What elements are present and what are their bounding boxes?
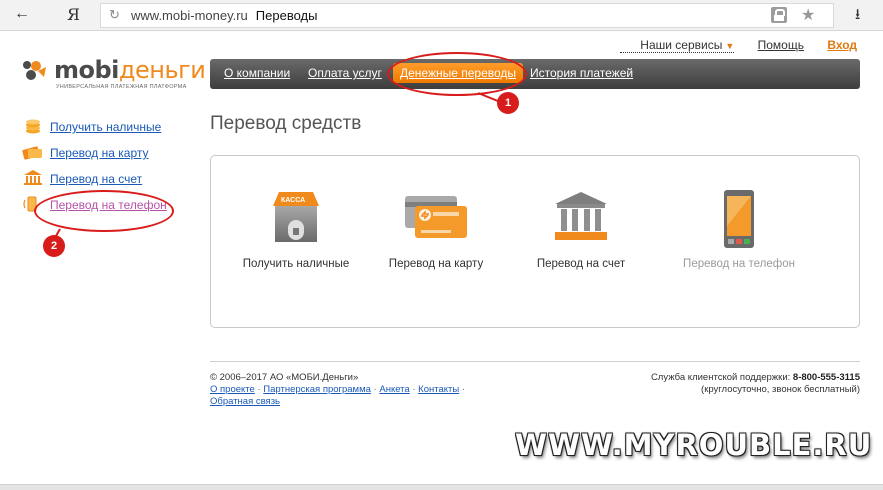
site-logo[interactable]: mobiденьги УНИВЕРСАЛЬНАЯ ПЛАТЕЖНАЯ ПЛАТФ… [20, 56, 206, 93]
logo-wordmark: mobiденьги [54, 56, 206, 84]
help-link[interactable]: Помощь [758, 38, 804, 52]
logo-mobi: mobi [54, 56, 119, 84]
footer-links-second-row: Обратная связь [210, 396, 280, 407]
back-arrow-icon[interactable]: ← [14, 5, 30, 23]
lock-icon[interactable] [771, 7, 787, 23]
page-tab-title: Переводы [255, 8, 318, 23]
support-note: (круглосуточно, звонок бесплатный) [701, 384, 860, 395]
footer-divider [210, 361, 860, 362]
footer-link-partners[interactable]: Партнерская программа [263, 384, 371, 395]
top-links: Наши сервисы ▼ Помощь Вход [600, 38, 857, 53]
annotation-badge-1: 1 [497, 92, 519, 114]
tile-label: Перевод на счет [536, 258, 626, 270]
copyright-text: © 2006–2017 АО «МОБИ.Деньги» [210, 372, 359, 383]
bank-icon [553, 190, 609, 250]
download-icon[interactable]: ⭳ [855, 4, 860, 29]
logo-dengi: деньги [118, 56, 206, 84]
annotation-ellipse-1 [387, 52, 527, 96]
nav-payment-history[interactable]: История платежей [530, 66, 633, 80]
card-icon [22, 146, 42, 160]
tile-account-transfer[interactable]: Перевод на счет [516, 190, 646, 270]
tile-get-cash[interactable]: КАССА Получить наличные [231, 190, 361, 270]
kassa-icon: КАССА [271, 190, 321, 250]
tile-label: Перевод на телефон [683, 258, 795, 270]
reload-icon[interactable]: ↻ [109, 7, 120, 23]
sidebar-item-label: Получить наличные [50, 120, 162, 134]
sidebar-item-label: Перевод на счет [50, 172, 143, 186]
footer-link-feedback[interactable]: Обратная связь [210, 396, 280, 407]
page-title: Перевод средств [210, 113, 362, 134]
yandex-logo-icon[interactable]: Я [67, 5, 80, 24]
support-label: Служба клиентской поддержки: [650, 372, 791, 383]
tile-card-transfer[interactable]: Перевод на карту [371, 190, 501, 270]
coins-icon [26, 119, 40, 134]
footer-link-contacts[interactable]: Контакты [418, 384, 459, 395]
sidebar-item-label: Перевод на карту [50, 146, 149, 160]
bank-icon [24, 170, 42, 185]
tile-label: Перевод на карту [388, 258, 484, 270]
logo-mark-icon [23, 61, 46, 80]
footer-link-about[interactable]: О проекте [210, 384, 255, 395]
tile-label: Получить наличные [242, 258, 350, 270]
tile-phone-transfer[interactable]: Перевод на телефон [674, 190, 804, 270]
annotation-ellipse-2 [34, 190, 174, 232]
our-services-link[interactable]: Наши сервисы ▼ [620, 38, 735, 53]
transfer-options-panel: КАССА Получить наличные Перевод на карту [210, 155, 860, 328]
browser-toolbar: ← Я ↻ www.mobi-money.ru Переводы ★ ⭳ [0, 0, 883, 31]
footer-link-survey[interactable]: Анкета [379, 384, 409, 395]
nav-about[interactable]: О компании [224, 66, 290, 80]
annotation-badge-2: 2 [43, 235, 65, 257]
phone-icon [722, 190, 756, 250]
footer-links: О проекте · Партнерская программа · Анке… [210, 384, 466, 395]
star-bookmark-icon[interactable]: ★ [801, 5, 815, 25]
url-text[interactable]: www.mobi-money.ru Переводы [131, 8, 317, 23]
nav-payments[interactable]: Оплата услуг [308, 66, 382, 80]
kassa-sign-text: КАССА [281, 197, 306, 204]
chevron-down-icon: ▼ [725, 41, 735, 51]
card-icon [403, 190, 469, 250]
address-bar[interactable]: ↻ www.mobi-money.ru Переводы ★ [100, 3, 834, 28]
our-services-label: Наши сервисы [640, 38, 723, 52]
support-info: Служба клиентской поддержки: 8-800-555-3… [651, 372, 860, 383]
main-nav: О компании Оплата услуг Денежные перевод… [210, 59, 860, 89]
support-phone: 8-800-555-3115 [792, 372, 860, 383]
login-link[interactable]: Вход [827, 38, 857, 52]
url-domain: www.mobi-money.ru [131, 8, 248, 23]
bottom-edge [0, 484, 883, 490]
watermark-text: WWW.MYROUBLE.RU [515, 428, 873, 462]
logo-subtitle: УНИВЕРСАЛЬНАЯ ПЛАТЕЖНАЯ ПЛАТФОРМА [56, 84, 187, 90]
